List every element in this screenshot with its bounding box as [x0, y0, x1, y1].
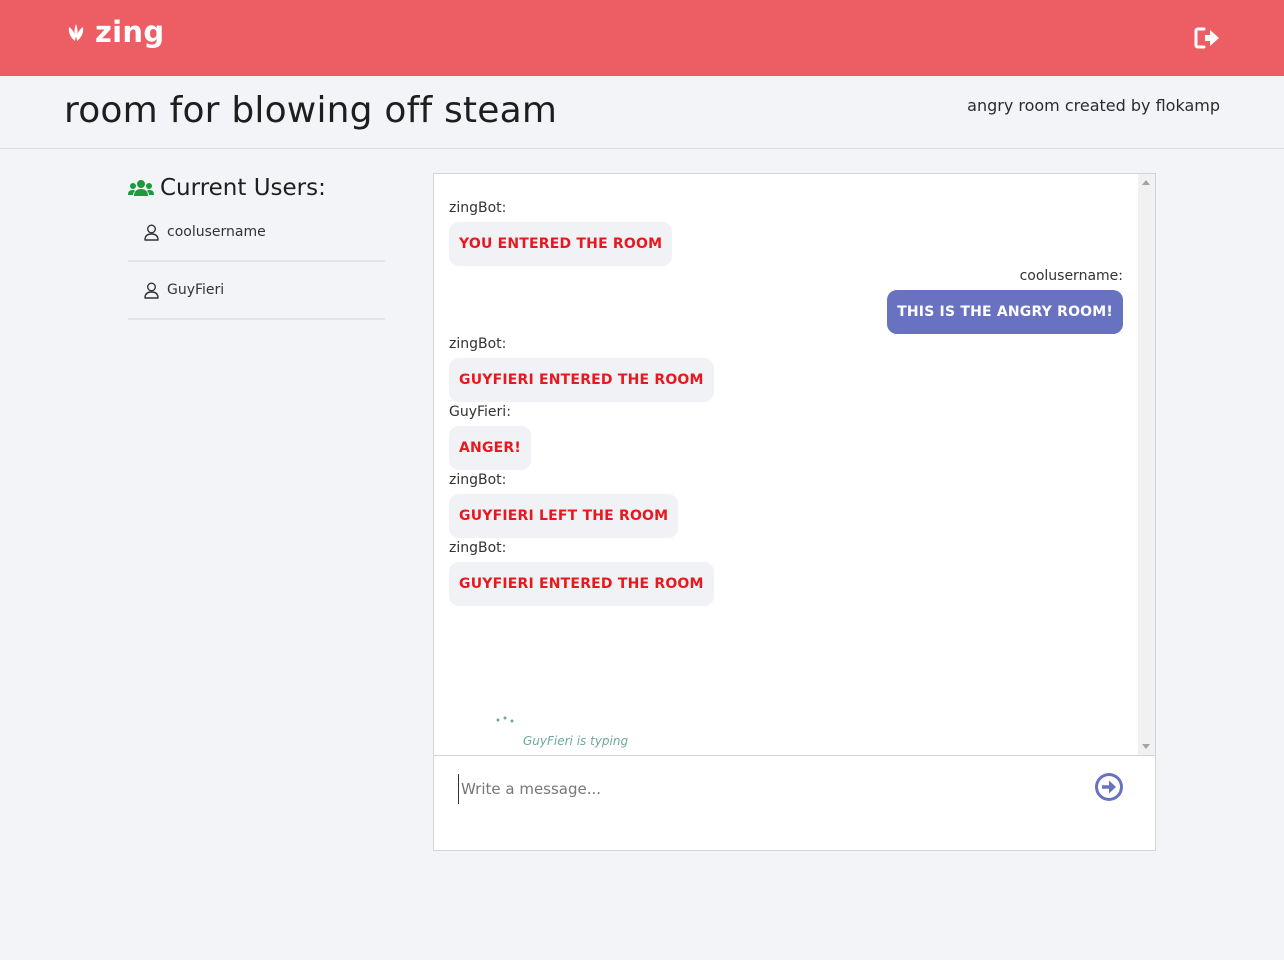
users-icon — [128, 180, 154, 196]
chat-window: zingBot: YOU ENTERED THE ROOM cooluserna… — [433, 173, 1156, 851]
message-item: zingBot: GUYFIERI ENTERED THE ROOM — [449, 540, 714, 606]
scroll-up-arrow-icon[interactable] — [1142, 180, 1150, 185]
user-item-coolusername[interactable]: coolusername — [128, 204, 385, 262]
room-header: room for blowing off steam angry room cr… — [0, 76, 1284, 149]
message-sender: coolusername: — [1019, 268, 1123, 284]
user-name: GuyFieri — [167, 282, 225, 298]
current-users-panel: Current Users: coolusername GuyFieri — [128, 172, 385, 320]
user-name: coolusername — [167, 224, 266, 240]
arrow-circle-right-icon[interactable] — [1094, 772, 1124, 802]
message-scrollbar[interactable] — [1138, 174, 1155, 755]
typing-dots-icon — [496, 716, 514, 723]
message-bubble: ANGER! — [449, 426, 531, 470]
message-list[interactable]: zingBot: YOU ENTERED THE ROOM cooluserna… — [434, 174, 1138, 755]
message-item: GuyFieri: ANGER! — [449, 404, 531, 470]
message-bubble: THIS IS THE ANGRY ROOM! — [887, 290, 1123, 334]
current-users-heading: Current Users: — [128, 172, 385, 204]
message-composer — [434, 755, 1155, 850]
brand-logo[interactable]: zing — [66, 14, 164, 50]
message-bubble: GUYFIERI ENTERED THE ROOM — [449, 358, 714, 402]
message-item: zingBot: GUYFIERI ENTERED THE ROOM — [449, 336, 714, 402]
message-bubble: YOU ENTERED THE ROOM — [449, 222, 673, 266]
message-input[interactable] — [458, 774, 1078, 804]
typing-indicator: GuyFieri is typing — [523, 734, 629, 748]
user-item-guyfieri[interactable]: GuyFieri — [128, 262, 385, 320]
message-sender: zingBot: — [449, 540, 507, 556]
message-item: coolusername: THIS IS THE ANGRY ROOM! — [887, 268, 1123, 334]
message-item: zingBot: GUYFIERI LEFT THE ROOM — [449, 472, 679, 538]
sprout-icon — [68, 24, 84, 41]
user-icon — [144, 282, 159, 299]
message-sender: zingBot: — [449, 336, 507, 352]
brand-name: zing — [95, 15, 165, 49]
room-meta: angry room created by flokamp — [967, 96, 1220, 115]
room-title: room for blowing off steam — [64, 90, 558, 131]
navbar: zing — [0, 0, 1284, 76]
message-sender: zingBot: — [449, 200, 507, 216]
user-icon — [144, 224, 159, 241]
sign-out-icon[interactable] — [1194, 26, 1220, 50]
scroll-down-arrow-icon[interactable] — [1142, 744, 1150, 749]
current-users-title: Current Users: — [160, 175, 326, 201]
message-bubble: GUYFIERI ENTERED THE ROOM — [449, 562, 714, 606]
message-bubble: GUYFIERI LEFT THE ROOM — [449, 494, 679, 538]
message-item: zingBot: YOU ENTERED THE ROOM — [449, 200, 673, 266]
message-sender: zingBot: — [449, 472, 507, 488]
message-sender: GuyFieri: — [449, 404, 511, 420]
